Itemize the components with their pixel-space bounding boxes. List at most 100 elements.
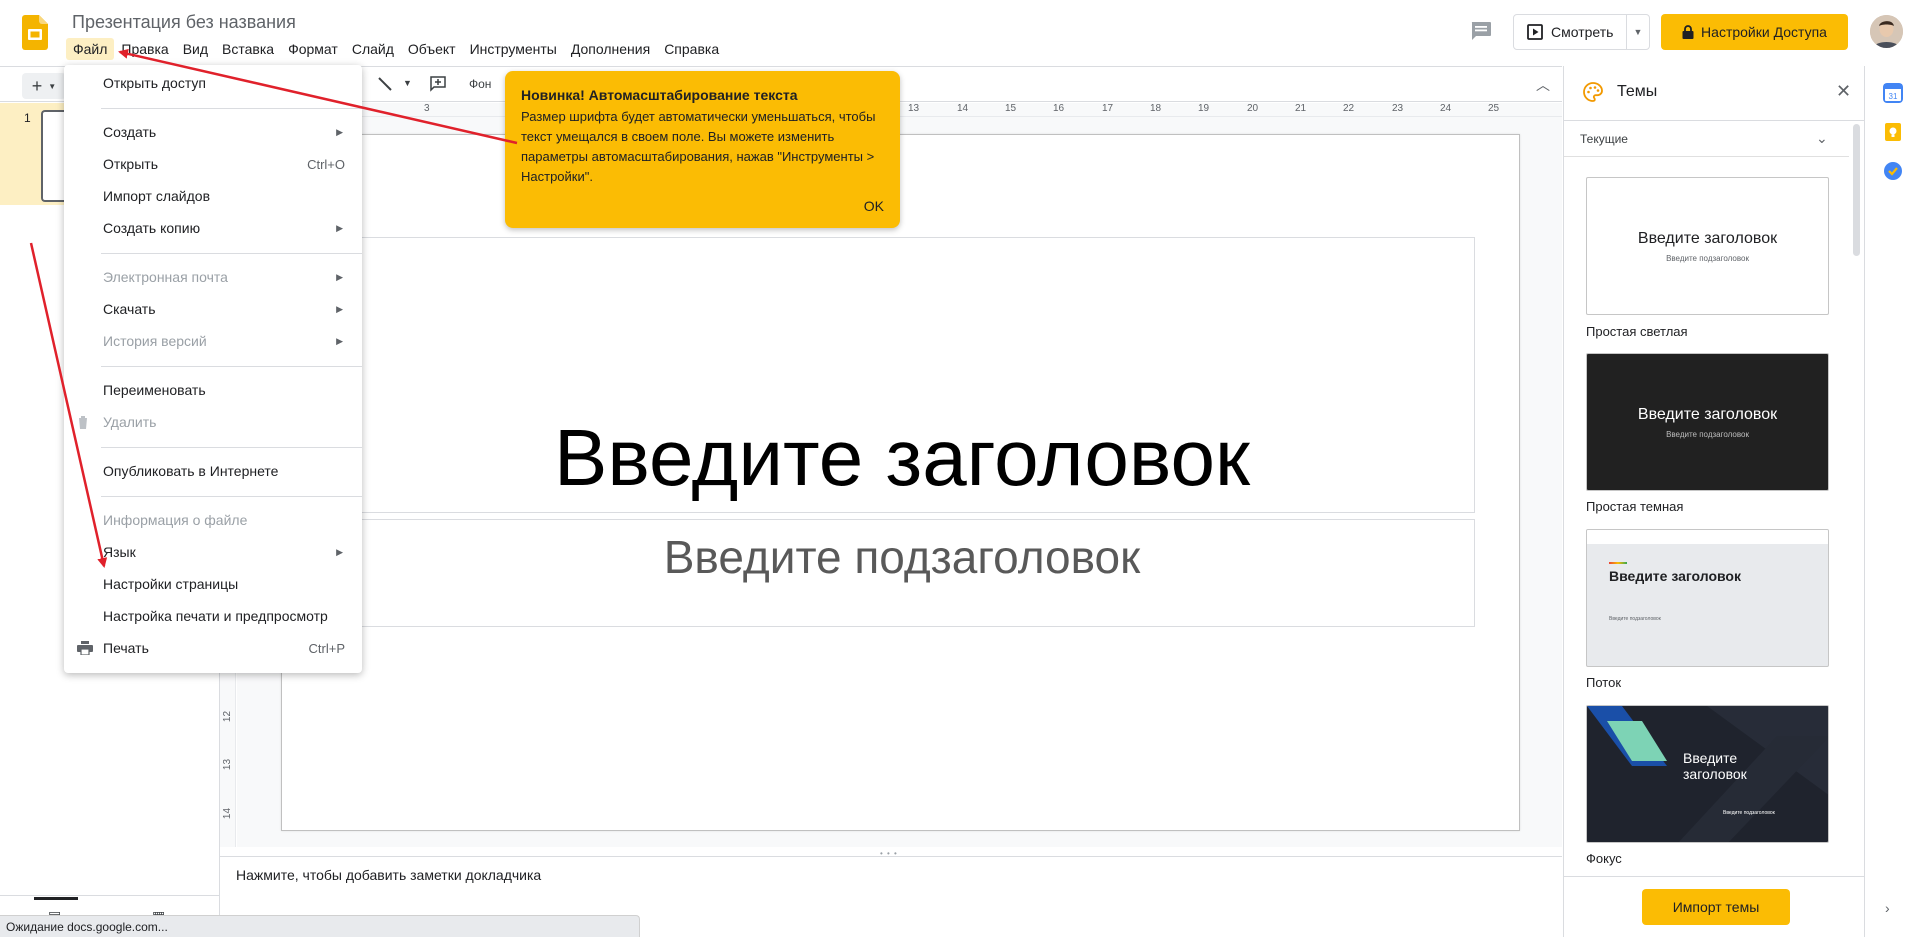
ruler-tick: 22 bbox=[1343, 103, 1355, 114]
expand-panel-icon[interactable]: › bbox=[1885, 900, 1890, 916]
menu-help[interactable]: Справка bbox=[657, 38, 726, 60]
menu-view[interactable]: Вид bbox=[176, 38, 215, 60]
menu-tools[interactable]: Инструменты bbox=[463, 38, 564, 60]
keep-icon[interactable] bbox=[1883, 122, 1903, 142]
calendar-icon[interactable]: 31 bbox=[1883, 83, 1903, 103]
menu-item-file-info[interactable]: Информация о файле bbox=[64, 505, 362, 535]
ruler-tick: 14 bbox=[222, 807, 234, 820]
ruler-tick: 3 bbox=[424, 103, 430, 114]
theme-card-name: Фокус bbox=[1586, 851, 1622, 866]
menu-format[interactable]: Формат bbox=[281, 38, 345, 60]
menu-addons[interactable]: Дополнения bbox=[564, 38, 657, 60]
background-button[interactable]: Фон bbox=[469, 77, 491, 91]
menu-item-label: Скачать bbox=[103, 301, 156, 317]
present-button[interactable]: Смотреть ▼ bbox=[1513, 14, 1650, 50]
plus-icon: + bbox=[31, 75, 43, 96]
menu-divider bbox=[101, 366, 362, 367]
subtitle-placeholder[interactable]: Введите подзаголовок bbox=[329, 519, 1475, 627]
avatar[interactable] bbox=[1870, 15, 1903, 48]
share-button[interactable]: Настройки Доступа bbox=[1661, 14, 1848, 50]
submenu-arrow-icon: ▶ bbox=[336, 222, 343, 233]
slides-logo-icon[interactable] bbox=[22, 15, 48, 50]
ruler-tick: 13 bbox=[908, 103, 920, 114]
slide[interactable]: Введите заголовок Введите подзаголовок bbox=[281, 134, 1520, 831]
menu-item-print[interactable]: Печать Ctrl+P bbox=[64, 633, 362, 663]
ruler-tick: 24 bbox=[1440, 103, 1452, 114]
theme-card-title: Введите заголовок bbox=[1609, 568, 1741, 584]
menu-object[interactable]: Объект bbox=[401, 38, 463, 60]
add-comment-icon[interactable] bbox=[430, 76, 446, 92]
menu-bar: Файл Правка Вид Вставка Формат Слайд Объ… bbox=[66, 38, 726, 60]
present-dropdown-icon[interactable]: ▼ bbox=[1627, 27, 1649, 37]
ruler-tick: 12 bbox=[222, 710, 234, 723]
present-main[interactable]: Смотреть bbox=[1514, 15, 1627, 49]
menu-item-version-history[interactable]: История версий ▶ bbox=[64, 326, 362, 356]
theme-card-subtitle: Введите подзаголовок bbox=[1666, 254, 1749, 263]
import-theme-button[interactable]: Импорт темы bbox=[1642, 889, 1790, 925]
menu-item-label: Открыть bbox=[103, 156, 158, 172]
menu-item-import-slides[interactable]: Импорт слайдов bbox=[64, 181, 362, 211]
theme-card-header-band bbox=[1587, 530, 1828, 544]
ruler-tick: 23 bbox=[1392, 103, 1404, 114]
new-slide-button[interactable]: + ▼ bbox=[22, 73, 66, 99]
theme-card-title: Введите заголовок bbox=[1637, 406, 1778, 423]
speaker-notes-placeholder: Нажмите, чтобы добавить заметки докладчи… bbox=[236, 867, 542, 883]
printer-icon bbox=[77, 641, 93, 655]
submenu-arrow-icon: ▶ bbox=[336, 271, 343, 282]
view-active-indicator bbox=[34, 897, 78, 900]
menu-insert[interactable]: Вставка bbox=[215, 38, 281, 60]
menu-item-shortcut: Ctrl+O bbox=[307, 156, 345, 172]
ruler-tick: 21 bbox=[1295, 103, 1307, 114]
theme-card-subtitle: Введите подзаголовок bbox=[1666, 430, 1749, 439]
theme-card-name: Поток bbox=[1586, 675, 1622, 690]
menu-item-label: Язык bbox=[103, 544, 136, 560]
ruler-tick: 13 bbox=[222, 758, 234, 771]
theme-card-simple-light[interactable]: Введите заголовок Введите подзаголовок bbox=[1586, 177, 1829, 315]
title-placeholder[interactable]: Введите заголовок bbox=[329, 237, 1475, 513]
menu-item-label: Удалить bbox=[103, 414, 157, 430]
document-title[interactable]: Презентация без названия bbox=[72, 12, 296, 33]
menu-item-make-copy[interactable]: Создать копию ▶ bbox=[64, 213, 362, 243]
menu-divider bbox=[101, 447, 362, 448]
themes-scrollbar[interactable] bbox=[1853, 124, 1860, 256]
menu-item-label: Информация о файле bbox=[103, 512, 248, 528]
menu-item-publish[interactable]: Опубликовать в Интернете bbox=[64, 456, 362, 486]
slide-number: 1 bbox=[24, 111, 31, 125]
theme-card-streamline[interactable]: Введите заголовок Введите подзаголовок bbox=[1586, 529, 1829, 667]
menu-slide[interactable]: Слайд bbox=[345, 38, 401, 60]
menu-item-rename[interactable]: Переименовать bbox=[64, 375, 362, 405]
chevron-down-icon: ⌄ bbox=[1816, 130, 1828, 146]
menu-item-print-settings[interactable]: Настройка печати и предпросмотр bbox=[64, 601, 362, 631]
menu-item-new[interactable]: Создать ▶ bbox=[64, 117, 362, 147]
tasks-icon[interactable] bbox=[1883, 161, 1903, 181]
menu-item-download[interactable]: Скачать ▶ bbox=[64, 294, 362, 324]
themes-current-dropdown[interactable]: Текущие ⌄ bbox=[1564, 121, 1849, 157]
comments-icon[interactable] bbox=[1470, 21, 1492, 41]
menu-item-page-setup[interactable]: Настройки страницы bbox=[64, 569, 362, 599]
theme-card-title: Введите заголовок bbox=[1683, 750, 1747, 782]
menu-item-label: Переименовать bbox=[103, 382, 206, 398]
tooltip-ok-button[interactable]: OK bbox=[864, 198, 884, 214]
menu-item-email[interactable]: Электронная почта ▶ bbox=[64, 262, 362, 292]
line-dropdown-icon[interactable]: ▼ bbox=[403, 78, 412, 88]
close-icon[interactable]: ✕ bbox=[1836, 81, 1851, 102]
side-panel-rail: 31 › bbox=[1864, 66, 1920, 937]
theme-card-simple-dark[interactable]: Введите заголовок Введите подзаголовок bbox=[1586, 353, 1829, 491]
line-tool-icon[interactable] bbox=[377, 76, 393, 92]
theme-card-focus[interactable]: Введите заголовок Введите подзаголовок bbox=[1586, 705, 1829, 843]
ruler-tick: 18 bbox=[1150, 103, 1162, 114]
menu-item-share[interactable]: Открыть доступ bbox=[64, 68, 362, 98]
themes-panel: Темы ✕ Текущие ⌄ Введите заголовок Введи… bbox=[1563, 66, 1864, 937]
themes-header: Темы ✕ bbox=[1564, 66, 1864, 121]
menu-file[interactable]: Файл bbox=[66, 38, 115, 60]
menu-item-delete[interactable]: Удалить bbox=[64, 407, 362, 437]
menu-item-label: Опубликовать в Интернете bbox=[103, 463, 279, 479]
menu-item-label: Открыть доступ bbox=[103, 75, 206, 91]
present-icon bbox=[1527, 24, 1543, 40]
menu-item-language[interactable]: Язык ▶ bbox=[64, 537, 362, 567]
autofit-tooltip: Новинка! Автомасштабирование текста Разм… bbox=[505, 71, 900, 228]
submenu-arrow-icon: ▶ bbox=[336, 335, 343, 346]
menu-edit[interactable]: Правка bbox=[114, 38, 175, 60]
collapse-toolbar-icon[interactable]: ︿ bbox=[1536, 75, 1550, 95]
menu-item-open[interactable]: Открыть Ctrl+O bbox=[64, 149, 362, 179]
